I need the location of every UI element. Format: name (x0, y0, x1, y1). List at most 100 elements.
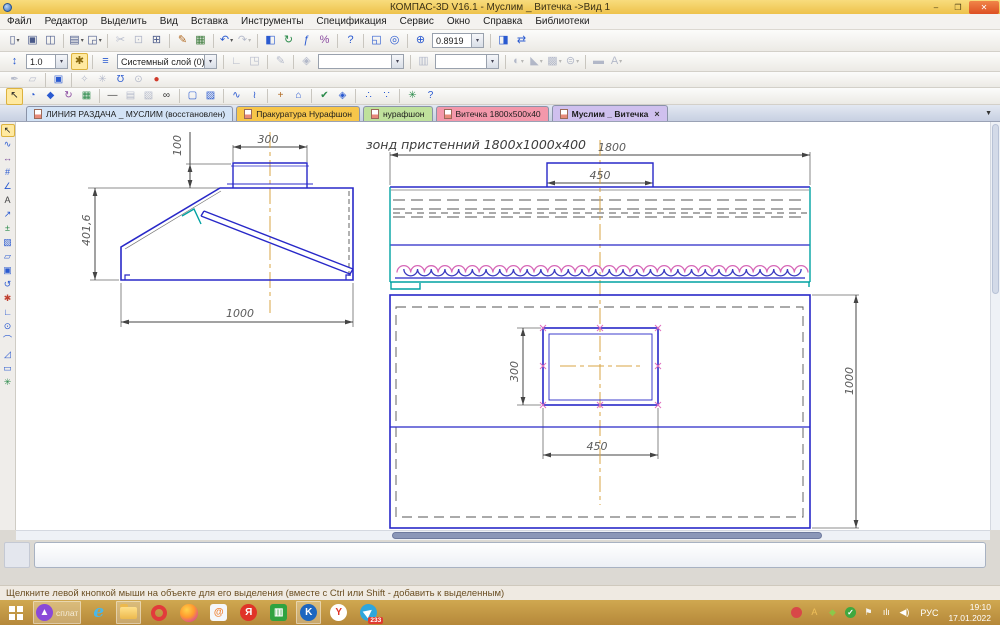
cut-button[interactable]: ✂ (112, 32, 129, 49)
tool-extra[interactable]: ✳ (1, 376, 15, 389)
tray-icon-shield[interactable]: ◆ (826, 605, 838, 621)
taskbar-app-ie[interactable]: e (86, 601, 111, 624)
zoom-area-button[interactable]: ◱ (368, 32, 385, 49)
help-book-button[interactable]: ? (422, 88, 439, 105)
macro-icon-1[interactable]: ✒ (6, 71, 23, 88)
record-macro-button[interactable]: ● (148, 71, 165, 88)
spline-edit-button[interactable]: ∿ (228, 88, 245, 105)
tool-document[interactable]: ▣ (1, 264, 15, 277)
taskbar-app-opera[interactable] (146, 601, 171, 624)
copy-properties-button[interactable]: ✎ (174, 32, 191, 49)
tool-sheets[interactable]: ▱ (1, 250, 15, 263)
check-doc-button[interactable]: ✔ (316, 88, 333, 105)
link-break-button[interactable]: ✳ (94, 71, 111, 88)
zoom-combo[interactable]: 0.8919▾ (432, 33, 484, 48)
print-area-button[interactable]: ▤ (122, 88, 139, 105)
select-by-props-button[interactable]: ↻ (60, 88, 77, 105)
pen-style-button[interactable]: ◣▾ (528, 53, 545, 70)
spreadsheet-button[interactable]: ▦ (192, 32, 209, 49)
print-preview-button[interactable]: ◲▾ (86, 32, 103, 49)
new-document-button[interactable]: ▯▾ (6, 32, 23, 49)
find-button[interactable]: ∞ (158, 88, 175, 105)
assoc-on-button[interactable]: ∴ (360, 88, 377, 105)
state-button[interactable]: ▥ (415, 53, 432, 70)
tool-circle[interactable]: ⊙ (1, 320, 15, 333)
tool-hatching[interactable]: ▧ (1, 236, 15, 249)
taskbar-app-store[interactable]: ▥ (266, 601, 291, 624)
snap-key-button[interactable]: + (272, 88, 289, 105)
refresh-view-button[interactable]: ⇄ (513, 32, 530, 49)
select-tool-button[interactable]: ↖ (6, 88, 23, 105)
macro-icon-2[interactable]: ▱ (24, 71, 41, 88)
document-views-button[interactable]: ◨ (495, 32, 512, 49)
taskbar-app-firefox[interactable] (176, 601, 201, 624)
layer-combo[interactable]: Системный слой (0)▾ (117, 54, 217, 69)
select-table-button[interactable]: ▦ (78, 88, 95, 105)
tool-text[interactable]: A (1, 194, 15, 207)
horizontal-scrollbar[interactable] (16, 530, 990, 540)
tab-overflow-icon[interactable]: ▼ (985, 110, 992, 117)
web-library-button[interactable]: ✳ (404, 88, 421, 105)
menu-item-сервис[interactable]: Сервис (400, 16, 434, 27)
tool-frame[interactable]: ▭ (1, 362, 15, 375)
insert-view-button[interactable]: ◈ (298, 53, 315, 70)
menu-item-библиотеки[interactable]: Библиотеки (535, 16, 589, 27)
fragment-button[interactable]: ◈ (334, 88, 351, 105)
assoc-off-button[interactable]: ∵ (378, 88, 395, 105)
document-tab-5[interactable]: Муслим _ Витечка× (552, 105, 668, 121)
dash-line-button[interactable]: — (104, 88, 121, 105)
snap-mode-button[interactable]: ✱ (71, 53, 88, 70)
report-button[interactable]: % (316, 32, 333, 49)
taskbar-app-yandex-browser[interactable]: Я (236, 601, 261, 624)
tray-icon-flag[interactable]: ⚑ (862, 605, 874, 621)
taskbar-app-photos[interactable]: @ (206, 601, 231, 624)
select-prev-button[interactable]: ◆ (42, 88, 59, 105)
document-tab-1[interactable]: ЛИНИЯ РАЗДАЧА _ МУСЛИМ (восстановлен) (26, 106, 233, 121)
horizontal-scrollbar-thumb[interactable] (392, 532, 822, 539)
tool-measure[interactable]: ✱ (1, 292, 15, 305)
link-button[interactable]: ✧ (76, 71, 93, 88)
tool-designations[interactable]: # (1, 166, 15, 179)
menu-item-инструменты[interactable]: Инструменты (241, 16, 303, 27)
taskbar-clock[interactable]: 19:10 17.01.2022 (948, 602, 991, 622)
tab-close-icon[interactable]: × (654, 109, 659, 119)
menu-item-вставка[interactable]: Вставка (191, 16, 228, 27)
vertical-scrollbar-thumb[interactable] (992, 124, 999, 294)
print-button[interactable]: ▤▾ (68, 32, 85, 49)
color-style-button[interactable]: ⊜▾ (564, 53, 581, 70)
taskbar-app-yandex-search[interactable]: Y (326, 601, 351, 624)
tray-icon-volume[interactable]: ◀) (898, 605, 910, 621)
select-hatch-button[interactable]: ▨ (202, 88, 219, 105)
tool-corner[interactable]: ∟ (1, 306, 15, 319)
paste-button[interactable]: ⊞ (148, 32, 165, 49)
tray-icon-check[interactable]: ✓ (844, 605, 856, 621)
filter-style-button[interactable]: ◐▾ (510, 53, 527, 70)
menu-item-спецификация[interactable]: Спецификация (316, 16, 386, 27)
scale-combo[interactable]: 1.0▾ (26, 54, 68, 69)
tool-geometry[interactable]: ∿ (1, 138, 15, 151)
redo-button[interactable]: ↷▾ (236, 32, 253, 49)
layers-button[interactable]: ≡ (97, 53, 114, 70)
property-panel-grip[interactable] (4, 542, 30, 568)
library-button[interactable]: ▬ (590, 53, 607, 70)
drawing-svg[interactable]: зонд пристенний 1800х1000х400 300 100 40… (16, 122, 990, 530)
property-panel[interactable] (34, 542, 986, 568)
menu-item-выделить[interactable]: Выделить (101, 16, 147, 27)
local-csys-button[interactable]: ∟ (228, 53, 245, 70)
target-button[interactable]: ⊙ (130, 71, 147, 88)
document-tab-2[interactable]: Пракуратура Нурафшон (236, 106, 360, 121)
hatch-style-button[interactable]: ▩▾ (546, 53, 563, 70)
document-tab-3[interactable]: нурафшон (363, 106, 433, 121)
tray-icon-app[interactable] (790, 605, 802, 621)
layer-view-button[interactable]: ▧ (140, 88, 157, 105)
view-orientation-button[interactable]: ◳ (246, 53, 263, 70)
tool-rotate[interactable]: ↺ (1, 278, 15, 291)
tool-dimensions[interactable]: ↔ (1, 152, 15, 165)
menu-item-окно[interactable]: Окно (447, 16, 470, 27)
menu-item-редактор[interactable]: Редактор (45, 16, 88, 27)
taskbar-app-explorer[interactable] (116, 601, 141, 624)
plugin-button[interactable]: Ʊ (112, 71, 129, 88)
tool-angle[interactable]: ∠ (1, 180, 15, 193)
tray-icon-letter-a[interactable]: A (808, 605, 820, 621)
rebuild-button[interactable]: ↻ (280, 32, 297, 49)
